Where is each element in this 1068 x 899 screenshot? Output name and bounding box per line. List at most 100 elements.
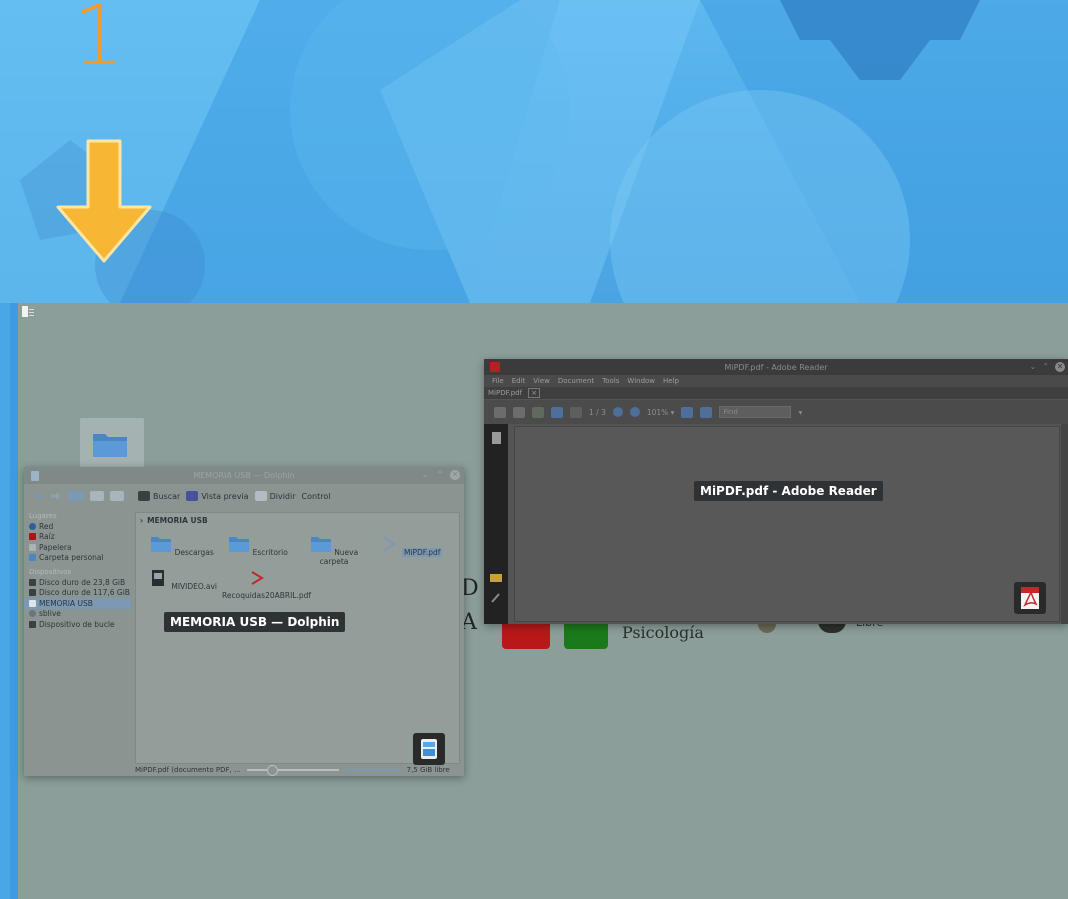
file-name: Recoquidas20ABRIL.pdf bbox=[222, 591, 312, 600]
sidebar-item-loop-device[interactable]: Dispositivo de bucle bbox=[29, 619, 134, 630]
devices-heading: Dispositivos bbox=[29, 568, 72, 576]
menu-document[interactable]: Document bbox=[558, 377, 594, 385]
file-item-escritorio[interactable]: Escritorio bbox=[222, 535, 294, 557]
sidebar-item-label: Red bbox=[39, 521, 54, 531]
comment-icon[interactable] bbox=[532, 406, 544, 418]
usb-drive-icon bbox=[29, 599, 36, 607]
breadcrumb[interactable]: › MEMORIA USB bbox=[136, 513, 208, 527]
dolphin-window-thumbnail[interactable]: MEMORIA USB — Dolphin ⌄ ⌃ ✕ Buscar Vista… bbox=[24, 467, 464, 776]
file-item-mipdf[interactable]: MiPDF.pdf bbox=[374, 535, 446, 557]
home-folder-icon bbox=[29, 554, 36, 562]
forward-arrow-icon bbox=[51, 492, 61, 500]
forward-button[interactable] bbox=[50, 491, 62, 501]
pdf-icon bbox=[251, 571, 264, 585]
preview-icon bbox=[186, 491, 199, 501]
tab-close-icon[interactable]: × bbox=[528, 388, 540, 398]
sidebar-item-memoria-usb[interactable]: MEMORIA USB bbox=[24, 598, 131, 609]
zoom-slider[interactable] bbox=[246, 765, 339, 776]
window-title: MiPDF.pdf - Adobe Reader bbox=[724, 362, 828, 372]
page-counter[interactable]: 1 / 3 bbox=[589, 408, 606, 417]
zoom-select[interactable]: 101% ▾ bbox=[647, 408, 675, 417]
sidebar-item-label: MEMORIA USB bbox=[39, 598, 93, 608]
window-controls: ⌄ ⌃ ✕ bbox=[420, 470, 460, 480]
print-icon[interactable] bbox=[494, 406, 506, 418]
menu-edit[interactable]: Edit bbox=[512, 377, 526, 385]
find-input[interactable]: Find bbox=[719, 406, 792, 418]
adobe-reader-window-thumbnail[interactable]: MiPDF.pdf - Adobe Reader ⌄ ⌃ ✕ File Edit… bbox=[484, 359, 1068, 624]
navigation-pane bbox=[484, 424, 508, 624]
preview-button[interactable]: Vista previa bbox=[186, 491, 249, 501]
maximize-icon[interactable]: ⌃ bbox=[435, 470, 445, 480]
window-titlebar: MEMORIA USB — Dolphin ⌄ ⌃ ✕ bbox=[24, 467, 464, 484]
previous-page-icon[interactable] bbox=[551, 406, 563, 418]
file-manager-icon bbox=[421, 739, 437, 759]
menu-help[interactable]: Help bbox=[663, 377, 679, 385]
close-icon[interactable]: ✕ bbox=[1055, 362, 1065, 372]
details-view-button[interactable] bbox=[110, 491, 124, 501]
search-button[interactable]: Buscar bbox=[138, 491, 180, 501]
share-icon[interactable] bbox=[513, 406, 525, 418]
network-icon bbox=[29, 522, 36, 530]
hard-disk-icon bbox=[29, 620, 36, 628]
down-arrow-icon bbox=[56, 139, 152, 263]
zoom-out-icon[interactable] bbox=[612, 407, 623, 417]
details-view-icon bbox=[110, 491, 124, 501]
sidebar-item-label: Papelera bbox=[39, 542, 72, 552]
fit-page-icon[interactable] bbox=[681, 406, 694, 418]
dolphin-toolbar: Buscar Vista previa Dividir Control bbox=[24, 484, 464, 508]
background-logo-text: Psicología bbox=[622, 623, 704, 642]
file-item-descargas[interactable]: Descargas bbox=[146, 535, 218, 557]
sidebar-item-disk-1[interactable]: Disco duro de 23,8 GiB bbox=[29, 577, 134, 588]
split-label: Dividir bbox=[269, 491, 296, 501]
sidebar-item-sblive[interactable]: sblive bbox=[29, 609, 134, 620]
window-caption: MiPDF.pdf - Adobe Reader bbox=[694, 481, 883, 501]
compact-view-icon bbox=[90, 491, 104, 501]
panel-edge bbox=[10, 303, 18, 899]
compact-view-button[interactable] bbox=[90, 491, 104, 501]
file-name: MIVIDEO.avi bbox=[171, 582, 218, 591]
split-button[interactable]: Dividir bbox=[254, 491, 296, 501]
sidebar-item-carpeta-personal[interactable]: Carpeta personal bbox=[29, 553, 134, 564]
document-tab-bar: MiPDF.pdf × bbox=[484, 387, 1068, 399]
desktop-overview[interactable]: D A Psicología Libre MEMORIA USB — Dolph… bbox=[18, 303, 1068, 899]
sidebar-item-red[interactable]: Red bbox=[29, 521, 134, 532]
file-item-nueva-carpeta[interactable]: Nueva carpeta bbox=[298, 535, 370, 566]
zoom-in-icon[interactable] bbox=[629, 407, 640, 417]
desktop-toolbox-icon[interactable] bbox=[21, 305, 35, 319]
maximize-icon[interactable]: ⌃ bbox=[1042, 362, 1049, 372]
window-titlebar: MiPDF.pdf - Adobe Reader ⌄ ⌃ ✕ bbox=[484, 359, 1068, 375]
sidebar-item-disk-2[interactable]: Disco duro de 117,6 GiB bbox=[29, 588, 134, 599]
close-icon[interactable]: ✕ bbox=[450, 470, 460, 480]
places-heading: Lugares bbox=[29, 512, 57, 520]
fit-width-icon[interactable] bbox=[700, 406, 713, 418]
document-page-area[interactable] bbox=[514, 426, 1060, 622]
find-dropdown-icon[interactable]: ▾ bbox=[798, 408, 802, 417]
menu-view[interactable]: View bbox=[533, 377, 550, 385]
attachments-icon[interactable] bbox=[490, 574, 502, 582]
pages-icon[interactable] bbox=[492, 432, 501, 444]
wallpaper-shapes bbox=[0, 0, 1068, 303]
search-label: Buscar bbox=[153, 491, 181, 501]
sidebar-item-raiz[interactable]: Raíz bbox=[29, 532, 134, 543]
sidebar-item-label: Dispositivo de bucle bbox=[39, 619, 115, 629]
menu-window[interactable]: Window bbox=[627, 377, 655, 385]
file-item-mivideo[interactable]: MIVIDEO.avi bbox=[146, 569, 218, 591]
file-view[interactable]: › MEMORIA USB Descargas Escritorio Nueva … bbox=[135, 512, 460, 764]
control-button[interactable]: Control bbox=[302, 492, 331, 501]
document-tab[interactable]: MiPDF.pdf bbox=[488, 389, 522, 397]
control-label: Control bbox=[301, 491, 331, 501]
back-button[interactable] bbox=[32, 491, 44, 501]
sidebar-item-papelera[interactable]: Papelera bbox=[29, 542, 134, 553]
menu-file[interactable]: File bbox=[492, 377, 504, 385]
hard-disk-icon bbox=[29, 589, 36, 597]
menu-tools[interactable]: Tools bbox=[602, 377, 619, 385]
next-page-icon[interactable] bbox=[570, 406, 582, 418]
file-item-recoquidas[interactable]: Recoquidas20ABRIL.pdf bbox=[222, 569, 311, 600]
paperclip-icon[interactable] bbox=[491, 593, 500, 603]
minimize-icon[interactable]: ⌄ bbox=[1030, 362, 1037, 372]
minimize-icon[interactable]: ⌄ bbox=[420, 470, 430, 480]
vertical-scrollbar[interactable] bbox=[1061, 424, 1068, 624]
folder-icon bbox=[229, 537, 250, 552]
icons-view-button[interactable] bbox=[68, 491, 84, 501]
desktop-folder-icon[interactable] bbox=[80, 418, 144, 470]
